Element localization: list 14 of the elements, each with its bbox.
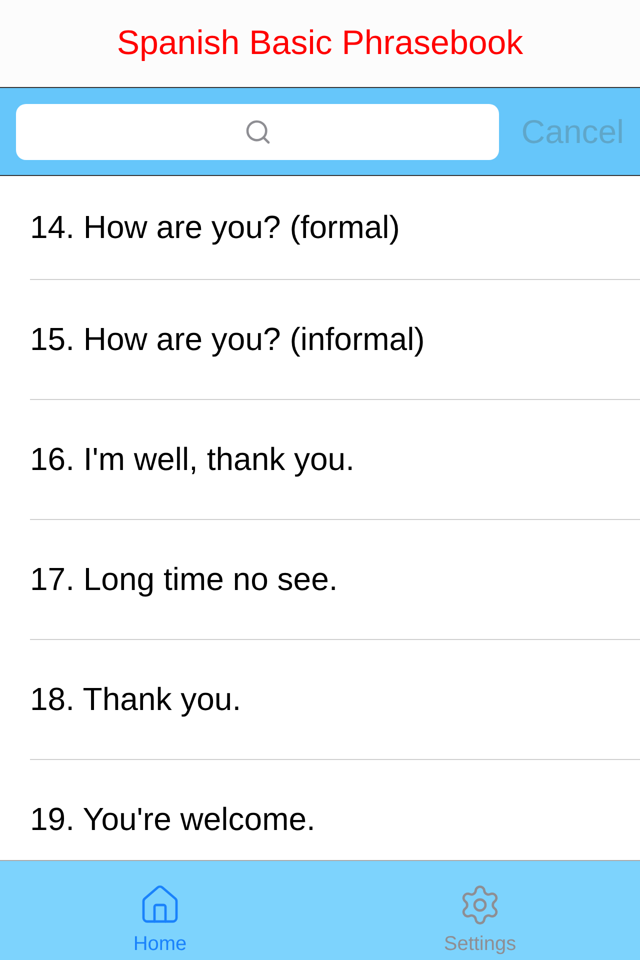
phrase-row[interactable]: 14. How are you? (formal) — [30, 176, 640, 280]
phrase-text: 19. You're welcome. — [30, 801, 316, 838]
phrase-text: 14. How are you? (formal) — [30, 209, 400, 246]
phrase-text: 18. Thank you. — [30, 681, 242, 718]
phrase-text: 17. Long time no see. — [30, 561, 338, 598]
phrase-row[interactable]: 18. Thank you. — [30, 640, 640, 760]
search-field[interactable] — [16, 104, 500, 160]
search-icon — [244, 118, 272, 146]
phrase-row[interactable]: 16. I'm well, thank you. — [30, 400, 640, 520]
phrase-text: 16. I'm well, thank you. — [30, 441, 354, 478]
phrase-row[interactable]: 15. How are you? (informal) — [30, 280, 640, 400]
app-title: Spanish Basic Phrasebook — [116, 24, 524, 63]
phrase-text: 15. How are you? (informal) — [30, 321, 425, 358]
phrase-row[interactable]: 17. Long time no see. — [30, 520, 640, 640]
